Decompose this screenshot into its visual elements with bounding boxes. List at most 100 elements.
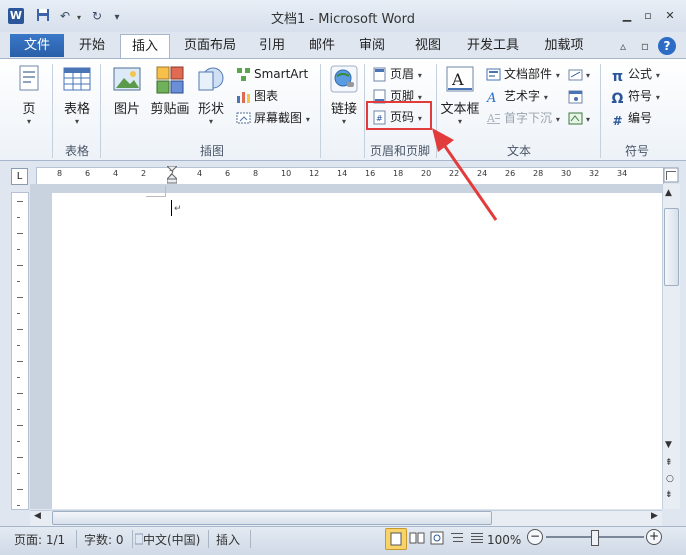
chevron-down-icon: ▾ bbox=[417, 71, 422, 80]
ruler-tick bbox=[17, 233, 23, 234]
group-separator bbox=[52, 64, 53, 158]
header-button[interactable]: 页眉 ▾ bbox=[372, 64, 422, 84]
datetime-button[interactable] bbox=[568, 86, 586, 106]
help-icon[interactable]: ? bbox=[658, 37, 676, 55]
zoom-in-icon[interactable]: + bbox=[646, 529, 662, 545]
tab-addins[interactable]: 加载项 bbox=[538, 34, 590, 57]
margin-corner-mark bbox=[165, 186, 166, 196]
smartart-button[interactable]: SmartArt bbox=[236, 64, 308, 84]
table-button[interactable]: 表格 ▾ bbox=[58, 64, 96, 126]
web-layout-icon[interactable] bbox=[427, 528, 447, 548]
picture-icon bbox=[112, 64, 142, 94]
chevron-down-icon: ▾ bbox=[655, 71, 660, 80]
ruler-tick bbox=[17, 505, 20, 506]
view-ruler-icon[interactable] bbox=[663, 167, 679, 183]
pages-button[interactable]: 页 ▾ bbox=[12, 64, 46, 126]
group-separator bbox=[100, 64, 101, 158]
print-layout-view-icon[interactable] bbox=[385, 528, 407, 550]
screenshot-button[interactable]: 屏幕截图 ▾ bbox=[236, 108, 310, 128]
ruler-tick bbox=[17, 265, 23, 266]
ruler-tick-label: 34 bbox=[617, 169, 628, 178]
zoom-out-icon[interactable]: − bbox=[527, 529, 543, 545]
indent-marker[interactable] bbox=[165, 165, 179, 184]
chevron-down-icon: ▾ bbox=[555, 71, 560, 80]
chevron-down-icon: ▾ bbox=[586, 71, 591, 80]
signature-line-icon bbox=[568, 67, 583, 82]
outline-view-icon[interactable] bbox=[447, 528, 467, 548]
tab-references[interactable]: 引用 bbox=[252, 34, 292, 57]
maximize-button[interactable]: ▫ bbox=[640, 10, 656, 22]
links-button[interactable]: 链接 ▾ bbox=[326, 64, 362, 126]
status-language[interactable]: 中文(中国) bbox=[143, 532, 200, 548]
scroll-up-icon[interactable]: ▲ bbox=[665, 188, 672, 198]
tab-file[interactable]: 文件 bbox=[10, 34, 64, 57]
zoom-level[interactable]: 100% bbox=[487, 532, 521, 548]
zoom-slider-thumb[interactable] bbox=[591, 530, 599, 546]
tab-home[interactable]: 开始 bbox=[72, 34, 112, 57]
ruler-tick-label: 6 bbox=[85, 169, 91, 178]
object-button[interactable]: ▾ bbox=[568, 108, 590, 128]
ruler-tick bbox=[17, 201, 23, 202]
textbox-label: 文本框 bbox=[440, 102, 480, 117]
tab-view[interactable]: 视图 bbox=[408, 34, 448, 57]
tab-page-layout[interactable]: 页面布局 bbox=[178, 34, 242, 57]
close-button[interactable]: ✕ bbox=[662, 10, 678, 22]
ribbon-collapse-icon[interactable]: ▵ bbox=[614, 37, 632, 55]
page-icon bbox=[14, 64, 44, 94]
full-screen-reading-icon[interactable] bbox=[407, 528, 427, 548]
browse-object-icon[interactable]: ○ bbox=[666, 474, 674, 484]
clipart-button[interactable]: 剪贴画 bbox=[150, 64, 190, 117]
horizontal-scroll-thumb[interactable] bbox=[52, 511, 492, 525]
ruler-tick bbox=[17, 457, 23, 458]
ruler-tick bbox=[17, 473, 20, 474]
dropcap-label: 首字下沉 bbox=[504, 111, 553, 125]
status-words[interactable]: 字数: 0 bbox=[84, 532, 124, 548]
proofing-icon[interactable] bbox=[134, 532, 144, 546]
header-icon bbox=[372, 67, 387, 82]
ruler-tick bbox=[17, 441, 20, 442]
picture-button[interactable]: 图片 bbox=[108, 64, 146, 117]
tab-review[interactable]: 审阅 bbox=[352, 34, 392, 57]
scroll-down-icon[interactable]: ▼ bbox=[665, 440, 672, 450]
wordart-button[interactable]: A 艺术字 ▾ bbox=[486, 86, 548, 106]
signature-line-button[interactable]: ▾ bbox=[568, 64, 590, 84]
tab-selector-button[interactable]: L bbox=[11, 168, 28, 185]
tab-developer[interactable]: 开发工具 bbox=[460, 34, 526, 57]
vertical-scroll-thumb[interactable] bbox=[664, 208, 679, 286]
tab-mailings[interactable]: 邮件 bbox=[302, 34, 342, 57]
pi-icon: π bbox=[611, 69, 624, 85]
horizontal-ruler[interactable]: 8 6 4 2 2 4 6 8 10 12 14 16 18 20 22 24 26 28 30 32 34 bbox=[36, 167, 664, 185]
ruler-tick-label: 12 bbox=[309, 169, 320, 178]
number-button[interactable]: # 编号 bbox=[610, 108, 652, 128]
symbol-button[interactable]: Ω 符号 ▾ bbox=[610, 86, 660, 107]
chart-button[interactable]: 图表 bbox=[236, 86, 278, 106]
scroll-right-icon[interactable]: ▶ bbox=[651, 511, 658, 521]
textbox-button[interactable]: A 文本框 ▾ bbox=[440, 64, 480, 126]
status-page[interactable]: 页面: 1/1 bbox=[14, 532, 65, 548]
group-label-symbols: 符号 bbox=[624, 144, 649, 158]
next-page-icon[interactable]: ⇟ bbox=[665, 490, 673, 500]
quickparts-button[interactable]: 文档部件 ▾ bbox=[486, 64, 560, 84]
vertical-ruler[interactable] bbox=[11, 192, 29, 510]
ruler-tick-label: 16 bbox=[365, 169, 376, 178]
previous-page-icon[interactable]: ⇞ bbox=[665, 458, 673, 468]
equation-button[interactable]: π 公式 ▾ bbox=[610, 64, 660, 85]
ruler-tick bbox=[17, 249, 20, 250]
tab-insert[interactable]: 插入 bbox=[120, 34, 170, 59]
document-page[interactable] bbox=[52, 193, 662, 509]
shapes-button[interactable]: 形状 ▾ bbox=[194, 64, 228, 126]
chevron-down-icon: ▾ bbox=[341, 117, 346, 126]
chevron-down-icon: ▾ bbox=[543, 93, 548, 102]
status-separator bbox=[250, 530, 251, 548]
draft-view-icon[interactable] bbox=[467, 528, 487, 548]
chevron-down-icon: ▾ bbox=[74, 117, 79, 126]
wordart-label: 艺术字 bbox=[504, 89, 541, 103]
status-insert-mode[interactable]: 插入 bbox=[216, 532, 240, 548]
minimize-button[interactable]: ▁ bbox=[619, 10, 635, 22]
clipart-icon bbox=[155, 64, 185, 94]
ruler-tick bbox=[17, 313, 20, 314]
ribbon-minimize-icon[interactable]: ▫ bbox=[636, 37, 654, 55]
table-icon bbox=[62, 64, 92, 94]
scroll-left-icon[interactable]: ◀ bbox=[34, 511, 41, 521]
ruler-tick-label: 32 bbox=[589, 169, 600, 178]
